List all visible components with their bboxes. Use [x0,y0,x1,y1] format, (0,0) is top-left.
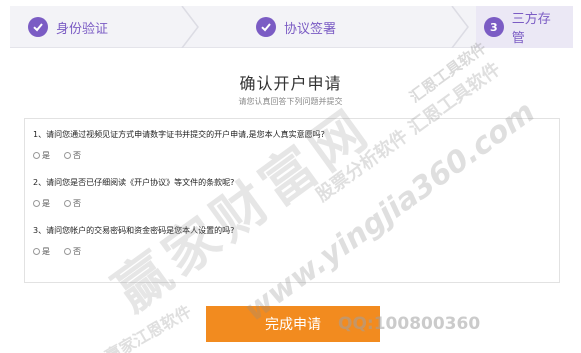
radio-icon[interactable] [64,152,71,159]
step-progress-bar: 身份验证 协议签署 3 三方存管 [10,6,573,48]
radio-icon[interactable] [33,152,40,159]
check-icon [28,17,48,37]
answer-no-radio[interactable]: 否 [64,150,81,161]
option-label: 是 [42,247,50,256]
radio-icon[interactable] [33,200,40,207]
question-item: 3、请问您帐户的交易密码和资金密码是您本人设置的吗? 是 否 [33,225,234,257]
step-label: 三方存管 [511,12,551,46]
chevron-right-icon [181,6,199,48]
option-label: 否 [73,247,81,256]
complete-application-button[interactable]: 完成申请 [206,306,380,342]
answer-yes-radio[interactable]: 是 [33,198,50,209]
option-label: 是 [42,199,50,208]
step-number: 3 [484,17,504,37]
step-agreement-sign: 协议签署 [256,6,336,48]
question-text: 1、请问您通过视频见证方式申请数字证书并提交的开户申请,是您本人真实意愿吗? [33,130,325,139]
option-label: 是 [42,151,50,160]
question-item: 1、请问您通过视频见证方式申请数字证书并提交的开户申请,是您本人真实意愿吗? 是… [33,129,325,161]
check-icon [256,17,276,37]
chevron-right-icon [451,6,469,48]
step-label: 协议签署 [284,21,337,37]
question-panel: 1、请问您通过视频见证方式申请数字证书并提交的开户申请,是您本人真实意愿吗? 是… [24,118,560,283]
answer-no-radio[interactable]: 否 [64,246,81,257]
radio-icon[interactable] [33,248,40,255]
question-item: 2、请问您是否已仔细阅读《开户协议》等文件的条款呢? 是 否 [33,177,234,209]
radio-icon[interactable] [64,248,71,255]
option-label: 否 [73,199,81,208]
answer-yes-radio[interactable]: 是 [33,246,50,257]
answer-no-radio[interactable]: 否 [64,198,81,209]
page-subtitle: 请您认真回答下列问题并提交 [238,97,343,106]
radio-icon[interactable] [64,200,71,207]
step-identity-verify: 身份验证 [28,6,108,48]
option-label: 否 [73,151,81,160]
step-label: 身份验证 [56,21,109,37]
question-text: 3、请问您帐户的交易密码和资金密码是您本人设置的吗? [33,226,235,235]
step-custody: 3 三方存管 [476,6,573,48]
watermark-text: 赢家江恩软件 [102,301,195,353]
question-text: 2、请问您是否已仔细阅读《开户协议》等文件的条款呢? [33,178,235,187]
answer-yes-radio[interactable]: 是 [33,150,50,161]
page-title: 确认开户申请 [239,74,342,93]
